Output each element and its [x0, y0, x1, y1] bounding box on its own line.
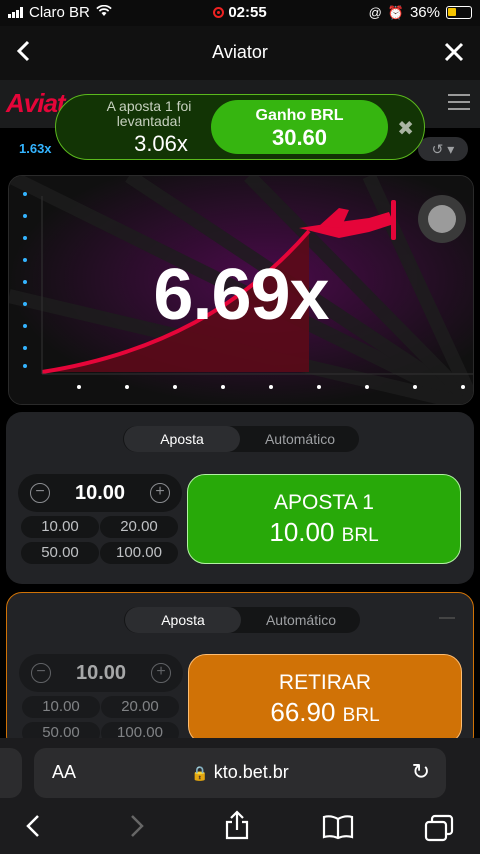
cashout-button-amount: 66.90 [270, 697, 336, 727]
browser-toolbar: AA 🔒 kto.bet.br ↻ [0, 738, 480, 854]
quick-amount[interactable]: 20.00 [101, 696, 179, 718]
stake-stepper: − 10.00 + [18, 474, 182, 512]
win-title: Ganho BRL [255, 107, 344, 124]
quick-amount[interactable]: 10.00 [22, 696, 100, 718]
status-time: 02:55 [228, 4, 267, 21]
toast-close-icon[interactable]: ✖ [397, 116, 414, 141]
floating-button[interactable] [418, 195, 466, 243]
tab-bet[interactable]: Aposta [124, 426, 240, 452]
bookmarks-icon[interactable] [322, 814, 354, 847]
remove-panel-icon[interactable] [439, 617, 455, 619]
toast-message: A aposta 1 foi levantada! [106, 98, 192, 129]
alarm-icon: ⏰ [387, 4, 404, 20]
history-button[interactable]: ↺ ▾ [418, 137, 468, 161]
recording-icon [213, 7, 225, 18]
webview-header: Aviator [0, 26, 480, 80]
quick-amount[interactable]: 50.00 [21, 542, 99, 564]
quick-amount[interactable]: 100.00 [100, 542, 178, 564]
bet-button-amount: 10.00 [269, 517, 335, 547]
bet-mode-tabs: Aposta Automático [124, 607, 360, 633]
page-title: Aviator [212, 42, 268, 62]
cashout-button-currency: BRL [342, 705, 380, 726]
bet-button-title: APOSTA 1 [274, 491, 374, 514]
address-bar[interactable]: AA 🔒 kto.bet.br ↻ [34, 748, 446, 798]
lock-rotation-icon: @ [368, 5, 382, 20]
tab-auto[interactable]: Automático [242, 607, 360, 633]
url-text: kto.bet.br [213, 762, 289, 782]
quick-amount[interactable]: 10.00 [21, 516, 99, 538]
bet-button[interactable]: APOSTA 1 10.00 BRL [187, 474, 461, 564]
win-amount: 30.60 [271, 125, 328, 150]
cashout-button[interactable]: RETIRAR 66.90 BRL [188, 654, 462, 744]
cashout-toast: A aposta 1 foi levantada! 3.06x Ganho BR… [55, 94, 425, 160]
previous-tab-stub[interactable] [0, 748, 22, 798]
plus-icon[interactable]: + [150, 483, 170, 503]
bet-panel-2: Aposta Automático − 10.00 + 10.00 20.00 … [6, 592, 474, 752]
forward-nav-icon[interactable] [130, 814, 144, 845]
win-badge: Ganho BRL 30.60 [211, 100, 388, 154]
battery-icon [446, 6, 472, 19]
history-icon: ↺ [431, 141, 444, 157]
tab-auto[interactable]: Automático [241, 426, 359, 452]
status-bar: Claro BR 02:55 @ ⏰ 36% [0, 0, 480, 26]
chevron-down-icon: ▾ [447, 141, 455, 157]
close-icon[interactable] [444, 35, 464, 69]
bet-panel-1: Aposta Automático − 10.00 + 10.00 20.00 … [6, 412, 474, 584]
cashout-button-title: RETIRAR [278, 671, 372, 694]
bet-mode-tabs: Aposta Automático [123, 426, 359, 452]
history-multiplier: 1.63x [12, 138, 59, 159]
reload-icon[interactable]: ↻ [412, 759, 430, 785]
stake-stepper: − 10.00 + [19, 654, 183, 692]
bet-button-currency: BRL [341, 525, 379, 546]
tab-bet[interactable]: Aposta [125, 607, 241, 633]
quick-amount[interactable]: 20.00 [100, 516, 178, 538]
battery-percent: 36% [409, 4, 440, 21]
game-canvas: 6.69x [8, 175, 474, 405]
share-icon[interactable] [224, 810, 250, 847]
back-nav-icon[interactable] [26, 814, 40, 845]
menu-icon[interactable] [448, 94, 470, 115]
lock-icon: 🔒 [191, 765, 209, 781]
aviator-logo: Aviat [6, 88, 66, 118]
tabs-icon[interactable] [424, 814, 454, 849]
live-multiplier: 6.69x [153, 255, 329, 335]
plus-icon[interactable]: + [151, 663, 171, 683]
